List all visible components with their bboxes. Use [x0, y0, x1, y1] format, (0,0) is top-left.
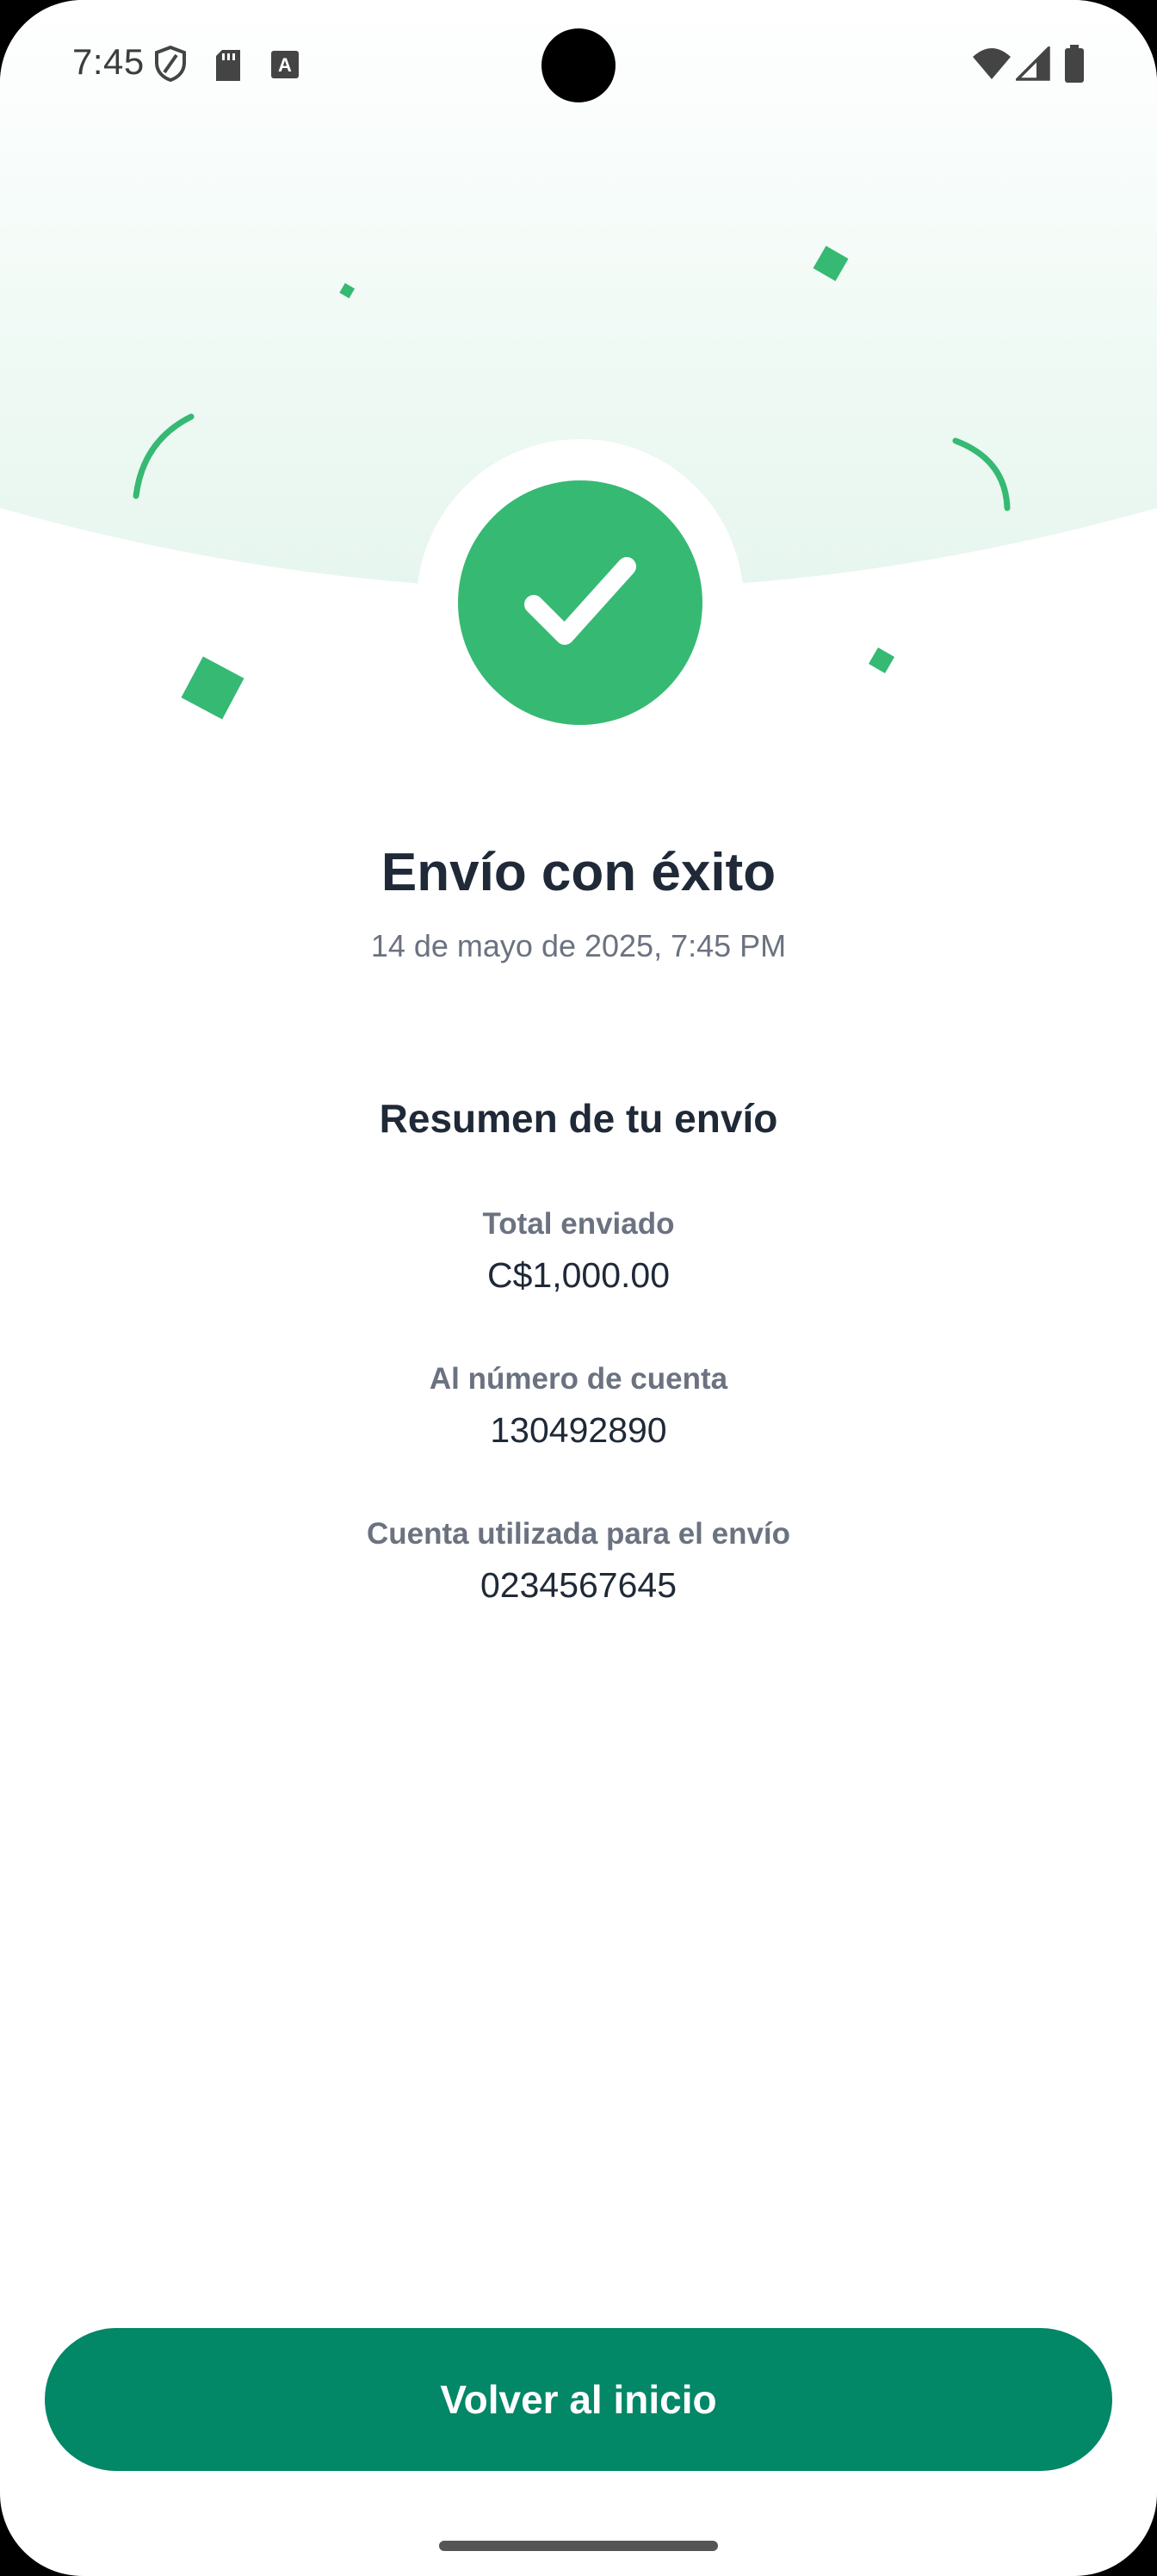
total-sent-label: Total enviado — [482, 1207, 675, 1241]
check-icon — [524, 557, 636, 645]
destination-account-value: 130492890 — [490, 1410, 667, 1450]
shield-icon — [155, 45, 186, 83]
screen: 7:45 A Envío con éxito 14 de mayo de 202… — [0, 0, 1157, 2576]
sd-card-icon — [216, 50, 240, 81]
destination-account-label: Al número de cuenta — [429, 1362, 728, 1396]
wifi-icon — [973, 48, 1011, 79]
keyboard-a-icon: A — [271, 51, 299, 78]
battery-icon — [1065, 45, 1084, 83]
summary-title: Resumen de tu envío — [379, 1096, 778, 1141]
total-sent-value: C$1,000.00 — [486, 1255, 670, 1295]
home-indicator[interactable] — [439, 2541, 718, 2551]
back-to-home-button[interactable]: Volver al inicio — [45, 2328, 1112, 2471]
source-account-value: 0234567645 — [480, 1565, 677, 1605]
status-time: 7:45 — [72, 41, 145, 82]
transaction-date: 14 de mayo de 2025, 7:45 PM — [370, 928, 787, 963]
svg-text:A: A — [278, 54, 292, 76]
status-bar: 7:45 A — [0, 0, 1157, 129]
confetti-piece — [181, 656, 244, 720]
success-title: Envío con éxito — [381, 843, 776, 902]
confetti-piece — [868, 647, 895, 674]
signal-icon — [1016, 46, 1050, 81]
success-circle — [458, 480, 702, 725]
source-account-label: Cuenta utilizada para el envío — [366, 1517, 791, 1551]
success-badge — [417, 439, 744, 766]
front-camera — [541, 28, 616, 102]
